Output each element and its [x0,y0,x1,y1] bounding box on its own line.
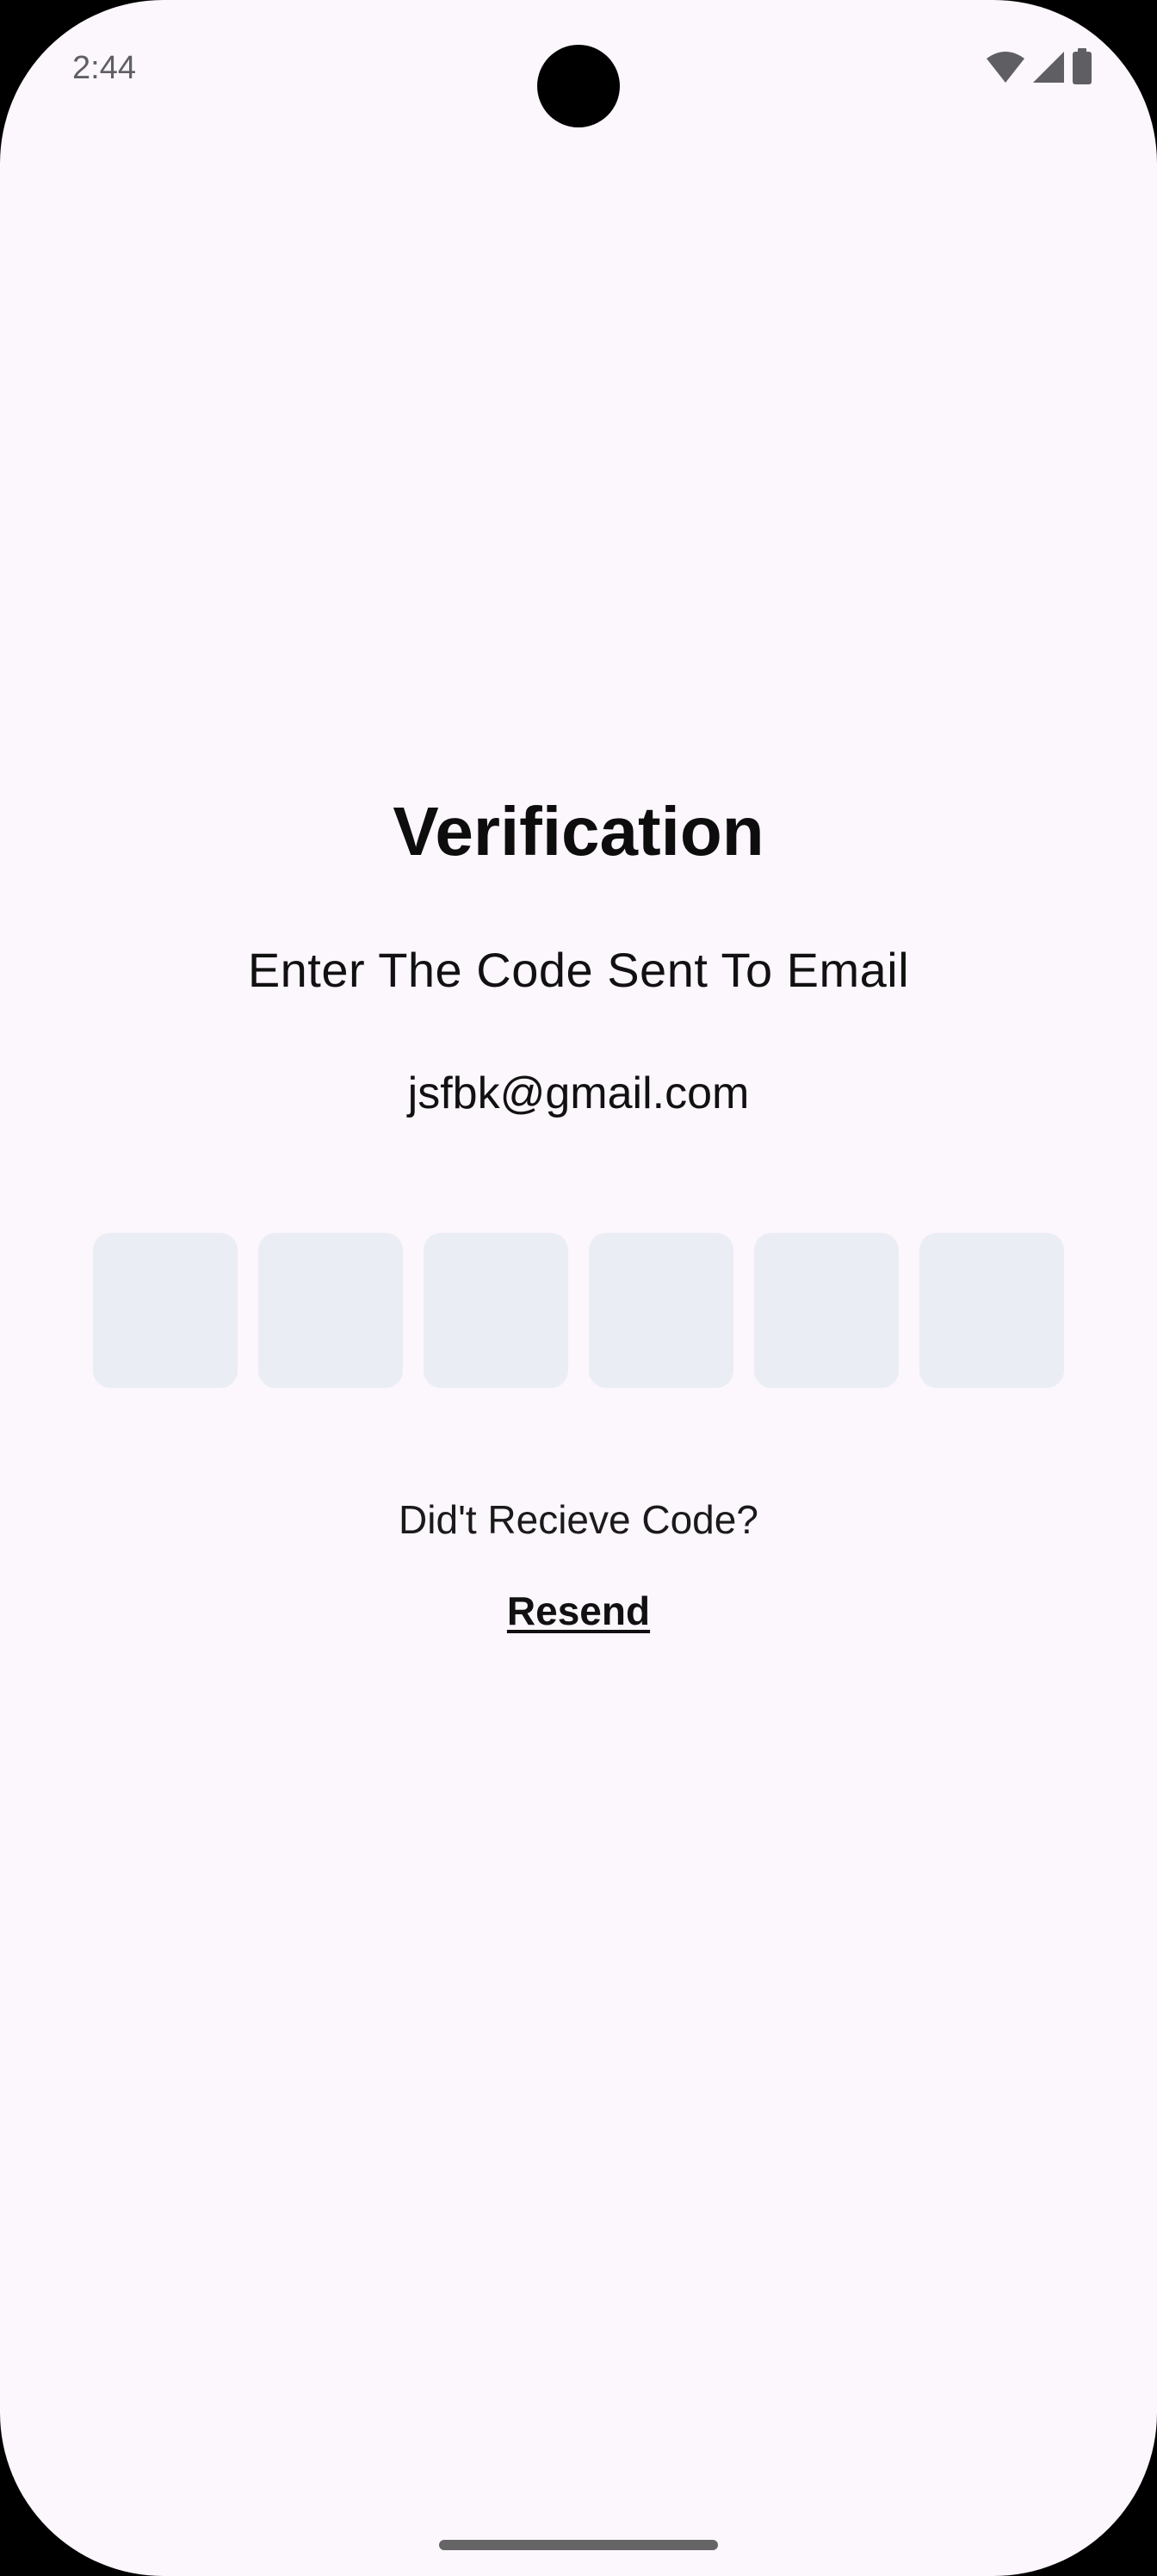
email-address: jsfbk@gmail.com [407,1068,750,1118]
wifi-icon [985,50,1026,84]
otp-digit-5[interactable] [754,1233,899,1388]
resend-container: Resend [0,1588,1157,1634]
page-title: Verification [393,793,764,870]
status-icons [985,48,1093,86]
home-indicator[interactable] [439,2540,718,2550]
otp-input-group [93,1233,1064,1388]
otp-digit-3[interactable] [424,1233,568,1388]
otp-digit-1[interactable] [93,1233,238,1388]
status-time: 2:44 [72,50,136,86]
battery-icon [1071,48,1093,86]
phone-screen: 2:44 Verification Enter The Code Sent To… [0,0,1157,2576]
otp-digit-4[interactable] [589,1233,733,1388]
didnt-receive-text: Did't Recieve Code? [399,1497,758,1542]
instruction-text: Enter The Code Sent To Email [247,943,910,997]
camera-cutout [537,45,620,127]
otp-digit-2[interactable] [258,1233,403,1388]
cellular-signal-icon [1031,50,1066,84]
resend-link[interactable]: Resend [507,1588,650,1633]
otp-digit-6[interactable] [919,1233,1064,1388]
